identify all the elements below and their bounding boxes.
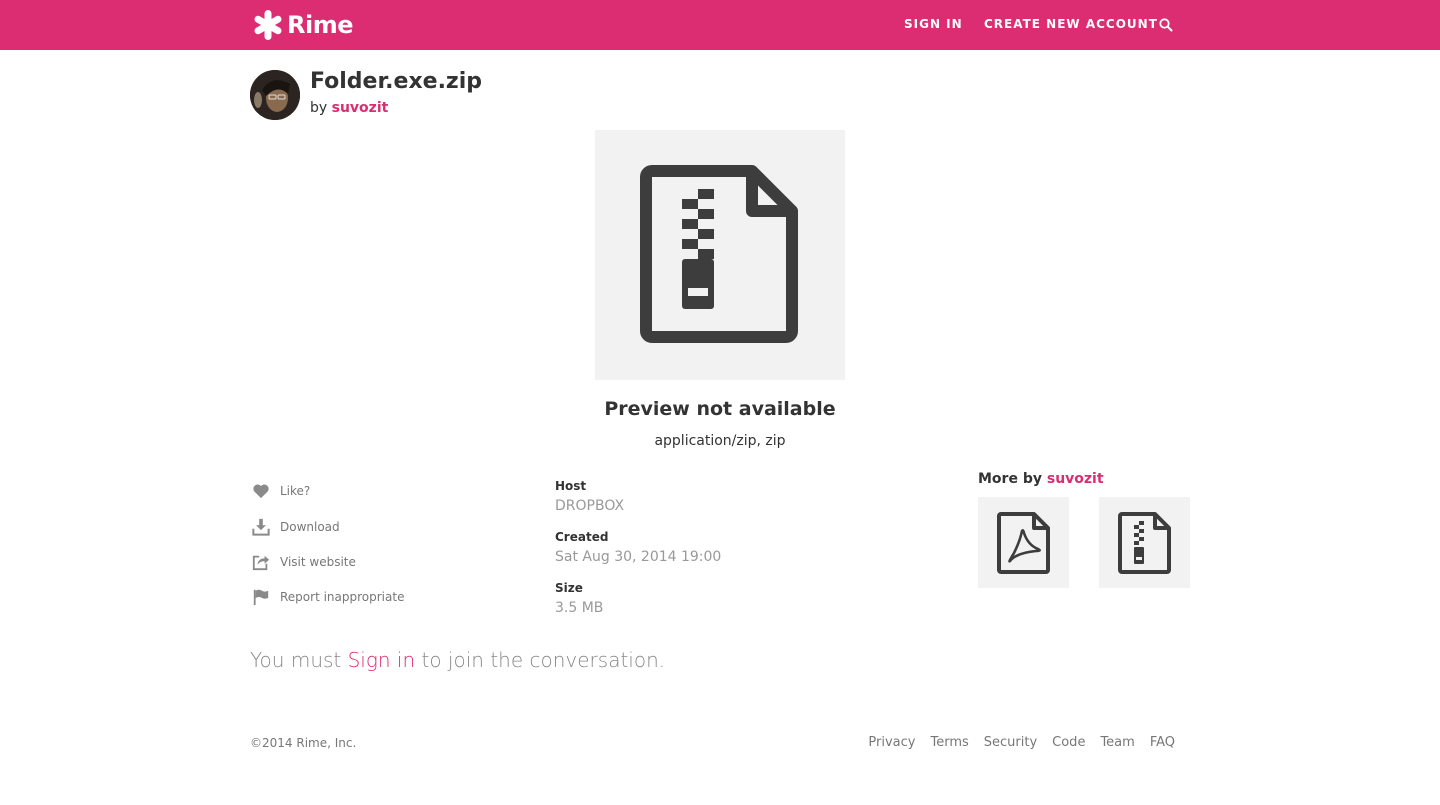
top-navigation-bar: Rime SIGN IN CREATE NEW ACCOUNT (0, 0, 1440, 50)
footer-link-privacy[interactable]: Privacy (868, 735, 915, 750)
zip-file-icon (640, 165, 798, 343)
footer-link-team[interactable]: Team (1100, 735, 1134, 750)
zip-file-icon (1117, 511, 1171, 574)
sign-in-prompt: You must Sign in to join the conversatio… (250, 648, 665, 672)
more-by-prefix: More by (978, 471, 1042, 487)
heart-icon (250, 480, 272, 502)
download-label: Download (280, 520, 340, 534)
sign-in-prompt-before: You must (250, 648, 342, 672)
sign-in-link[interactable]: SIGN IN (904, 17, 963, 31)
sign-in-prompt-link[interactable]: Sign in (348, 648, 416, 672)
copyright: ©2014 Rime, Inc. (250, 736, 357, 750)
file-title: Folder.exe.zip (310, 69, 483, 94)
report-label: Report inappropriate (280, 590, 405, 604)
footer-link-faq[interactable]: FAQ (1150, 735, 1175, 750)
search-icon[interactable] (1158, 17, 1174, 33)
more-item-pdf[interactable] (978, 497, 1069, 588)
download-icon (250, 516, 272, 538)
like-button[interactable]: Like? (250, 480, 310, 502)
more-by-author-link[interactable]: suvozit (1047, 471, 1104, 487)
rime-logo[interactable]: Rime (252, 10, 354, 40)
preview-title: Preview not available (604, 398, 836, 420)
footer-link-terms[interactable]: Terms (930, 735, 968, 750)
created-value: Sat Aug 30, 2014 19:00 (555, 549, 722, 565)
size-value: 3.5 MB (555, 600, 604, 616)
by-prefix: by (310, 100, 328, 116)
report-button[interactable]: Report inappropriate (250, 586, 404, 608)
file-preview (595, 130, 845, 380)
footer-link-code[interactable]: Code (1052, 735, 1085, 750)
author-avatar[interactable] (250, 70, 300, 120)
mime-type: application/zip, zip (654, 433, 786, 449)
footer-link-security[interactable]: Security (984, 735, 1037, 750)
author-line: by suvozit (310, 100, 388, 116)
flag-icon (250, 586, 272, 608)
visit-website-label: Visit website (280, 555, 356, 569)
size-label: Size (555, 581, 583, 595)
create-account-link[interactable]: CREATE NEW ACCOUNT (984, 17, 1158, 31)
share-icon (250, 551, 272, 573)
visit-website-link[interactable]: Visit website (250, 551, 356, 573)
more-item-zip[interactable] (1099, 497, 1190, 588)
pdf-file-icon (996, 511, 1050, 574)
more-by-heading: More by suvozit (978, 471, 1104, 487)
download-button[interactable]: Download (250, 516, 340, 538)
like-label: Like? (280, 484, 311, 498)
sign-in-prompt-after: to join the conversation. (421, 648, 666, 672)
host-label: Host (555, 479, 587, 493)
host-value: DROPBOX (555, 498, 625, 514)
footer-links: Privacy Terms Security Code Team FAQ (868, 735, 1175, 750)
asterisk-logo-icon (254, 10, 282, 40)
logo-text: Rime (287, 11, 354, 39)
created-label: Created (555, 530, 609, 544)
author-link[interactable]: suvozit (332, 100, 389, 116)
